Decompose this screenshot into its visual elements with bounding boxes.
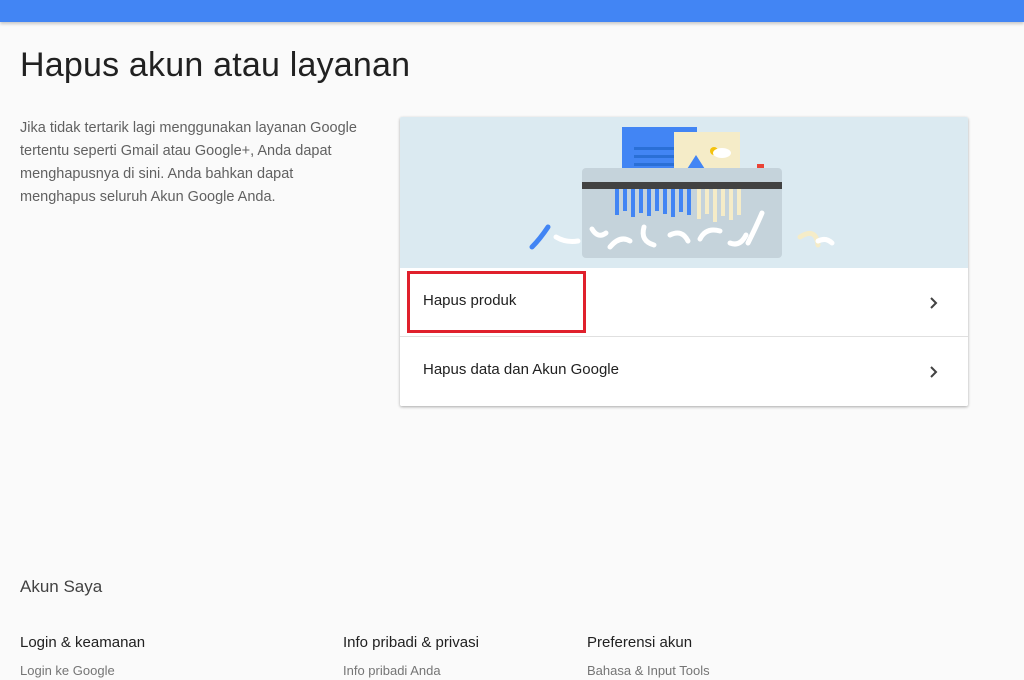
footer-column-security: Login & keamanan Login ke Google: [20, 634, 145, 678]
footer-column-privacy: Info pribadi & privasi Info pribadi Anda: [343, 634, 479, 678]
delete-account-option[interactable]: Hapus data dan Akun Google: [400, 337, 968, 406]
shredder-illustration: [400, 117, 968, 268]
top-app-bar: [0, 0, 1024, 22]
page-title: Hapus akun atau layanan: [20, 46, 411, 84]
delete-account-label: Hapus data dan Akun Google: [423, 361, 619, 378]
footer-title: Akun Saya: [20, 577, 103, 596]
shredder-icon: [529, 127, 835, 258]
intro-text: Jika tidak tertarik lagi menggunakan lay…: [20, 120, 357, 205]
footer-link-personal-info[interactable]: Info pribadi Anda: [343, 663, 479, 678]
footer-link-login[interactable]: Login ke Google: [20, 663, 145, 678]
delete-options-card: Hapus produk Hapus data dan Akun Google: [400, 117, 968, 406]
footer-heading-privacy[interactable]: Info pribadi & privasi: [343, 634, 479, 651]
chevron-right-icon: [930, 297, 938, 309]
highlight-annotation: [407, 271, 586, 333]
footer-link-language[interactable]: Bahasa & Input Tools: [587, 663, 710, 678]
footer-heading-security[interactable]: Login & keamanan: [20, 634, 145, 651]
chevron-right-icon: [930, 366, 938, 378]
footer-column-preferences: Preferensi akun Bahasa & Input Tools: [587, 634, 710, 678]
footer-heading-preferences[interactable]: Preferensi akun: [587, 634, 710, 651]
